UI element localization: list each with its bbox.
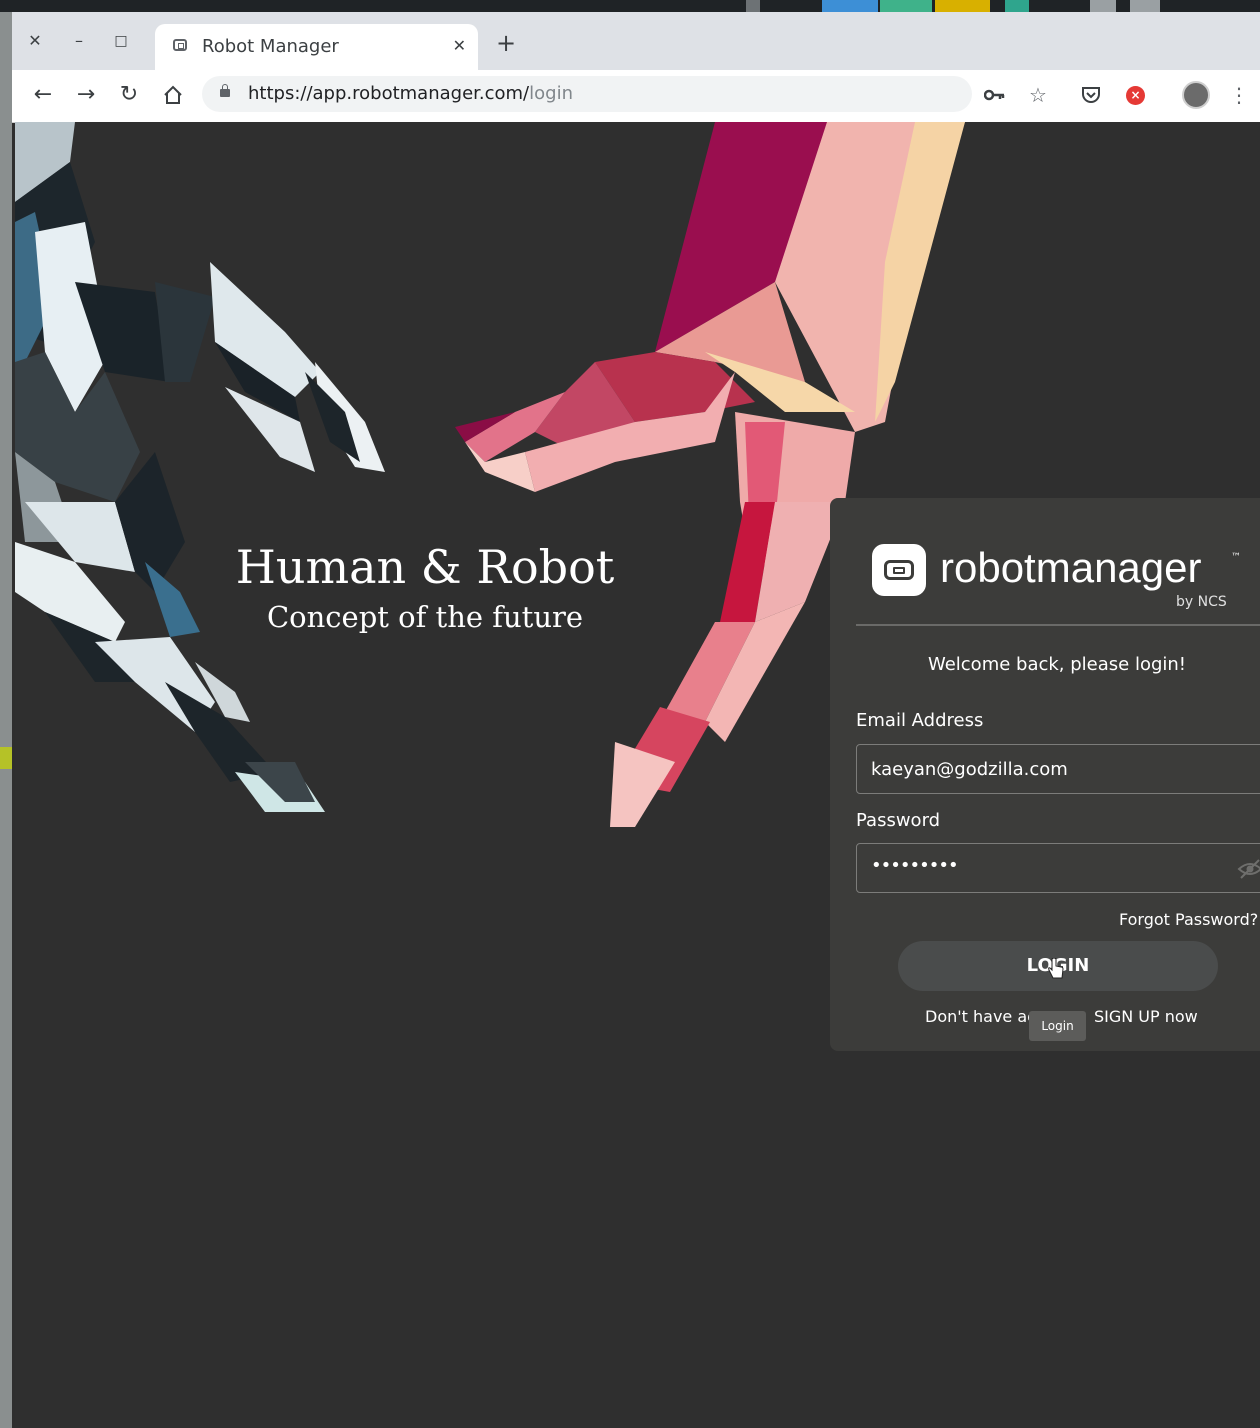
password-field[interactable]: ••••••••• xyxy=(856,843,1260,893)
window-close-icon[interactable]: ✕ xyxy=(24,30,46,52)
window-maximize-icon[interactable]: □ xyxy=(110,30,132,52)
divider xyxy=(856,624,1260,626)
new-tab-icon[interactable]: + xyxy=(496,31,516,55)
tab-favicon-icon xyxy=(173,39,187,51)
tray-app-icon xyxy=(1005,0,1029,12)
pocket-icon[interactable] xyxy=(1078,82,1104,108)
password-label: Password xyxy=(856,810,941,831)
tray-memory-graph xyxy=(935,0,990,12)
brand-byline: by NCS xyxy=(1176,594,1227,610)
window-minimize-icon[interactable]: – xyxy=(68,30,90,52)
os-top-bar xyxy=(0,0,1260,12)
page-content: Human & Robot Concept of the future robo… xyxy=(15,122,1260,1428)
profile-avatar[interactable] xyxy=(1182,81,1210,109)
browser-toolbar: ← → ↻ https://app.robotmanager.com/login… xyxy=(12,70,1260,123)
tab-title: Robot Manager xyxy=(202,36,339,57)
browser-tab[interactable]: Robot Manager ✕ xyxy=(155,24,478,70)
star-icon[interactable]: ☆ xyxy=(1025,82,1051,108)
back-arrow-icon[interactable]: ← xyxy=(28,80,58,110)
email-field[interactable]: kaeyan@godzilla.com xyxy=(856,744,1260,794)
tray-cpu-graph xyxy=(880,0,932,12)
hide-password-icon[interactable] xyxy=(1237,856,1260,882)
tray-network-graph xyxy=(822,0,878,12)
email-value: kaeyan@godzilla.com xyxy=(871,759,1068,780)
desktop-left-edge xyxy=(0,12,12,1428)
login-tooltip: Login xyxy=(1029,1011,1086,1041)
tab-close-icon[interactable]: ✕ xyxy=(453,36,466,55)
email-label: Email Address xyxy=(856,710,984,731)
tray-keyboard-icon xyxy=(1090,0,1116,12)
url-text[interactable]: https://app.robotmanager.com/login xyxy=(248,83,573,104)
login-panel: robotmanager ™ by NCS Welcome back, plea… xyxy=(830,498,1260,1051)
reload-icon[interactable]: ↻ xyxy=(114,80,144,110)
home-icon[interactable] xyxy=(158,80,188,110)
brand-name: robotmanager xyxy=(940,544,1202,591)
forward-arrow-icon[interactable]: → xyxy=(71,80,101,110)
robotmanager-logo-icon xyxy=(872,544,926,596)
tray-icon xyxy=(746,0,760,12)
signup-prefix: Don't have ac xyxy=(925,1007,1036,1026)
stop-icon[interactable]: × xyxy=(1126,86,1145,105)
desktop-green-mark xyxy=(0,747,12,769)
address-bar[interactable]: https://app.robotmanager.com/login xyxy=(202,76,972,112)
hero-subtitle: Concept of the future xyxy=(266,600,584,634)
key-icon[interactable] xyxy=(982,82,1008,108)
password-value: ••••••••• xyxy=(871,855,959,876)
tray-volume-icon xyxy=(1130,0,1160,12)
forgot-password-link[interactable]: Forgot Password? xyxy=(1119,910,1258,929)
welcome-message: Welcome back, please login! xyxy=(927,654,1187,675)
menu-icon[interactable]: ⋮ xyxy=(1226,82,1252,108)
hero-title: Human & Robot xyxy=(235,540,615,594)
lock-icon xyxy=(220,84,230,97)
signup-link[interactable]: SIGN UP now xyxy=(1094,1007,1198,1026)
browser-chrome: ✕ – □ Robot Manager ✕ + ← → ↻ https://ap… xyxy=(12,12,1260,123)
hand-pointer-cursor-icon xyxy=(1047,957,1065,984)
trademark-mark: ™ xyxy=(1231,552,1241,563)
